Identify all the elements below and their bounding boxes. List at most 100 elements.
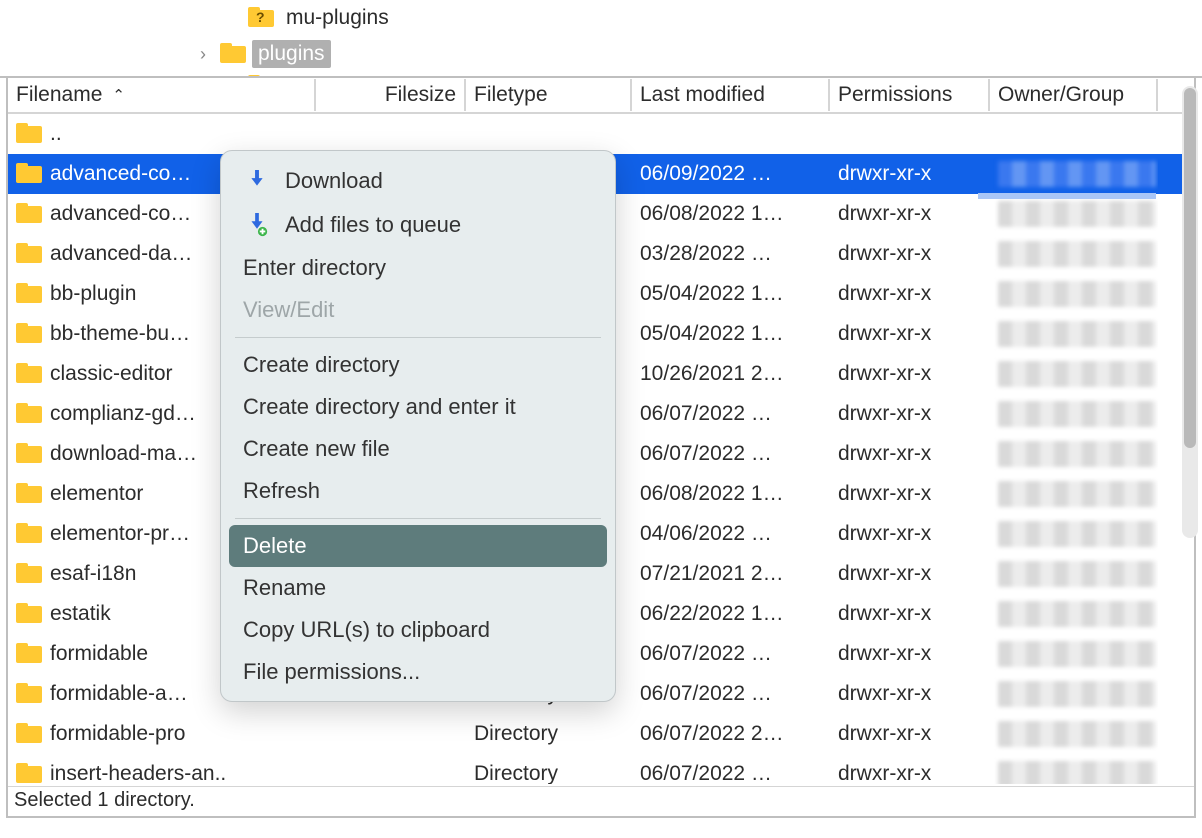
menu-item-enter-directory[interactable]: Enter directory	[221, 247, 615, 289]
file-permissions: drwxr-xr-x	[830, 278, 990, 310]
folder-icon	[16, 643, 42, 665]
file-permissions: drwxr-xr-x	[830, 558, 990, 590]
menu-item-view-edit: View/Edit	[221, 289, 615, 331]
file-date: 03/28/2022 …	[632, 238, 830, 270]
owner-group-redacted	[998, 721, 1156, 747]
menu-separator	[235, 337, 601, 338]
menu-item-label: Create new file	[243, 436, 390, 462]
status-text: Selected 1 directory.	[14, 789, 195, 811]
file-name: esaf-i18n	[50, 562, 136, 586]
folder-icon	[16, 483, 42, 505]
tree-item-label: plugins	[252, 40, 331, 68]
menu-item-create-new-file[interactable]: Create new file	[221, 428, 615, 470]
tree-item[interactable]: ? smush-webp	[220, 68, 1202, 78]
menu-item-delete[interactable]: Delete	[229, 525, 607, 567]
file-permissions: drwxr-xr-x	[830, 198, 990, 230]
file-date: 06/07/2022 …	[632, 678, 830, 710]
file-permissions: drwxr-xr-x	[830, 638, 990, 670]
vertical-scrollbar[interactable]	[1182, 86, 1198, 538]
file-name: bb-plugin	[50, 282, 136, 306]
file-date: 06/08/2022 1…	[632, 198, 830, 230]
file-date: 06/07/2022 2…	[632, 718, 830, 750]
tree-item[interactable]: ? mu-plugins	[220, 0, 1202, 36]
menu-item-label: Enter directory	[243, 255, 386, 281]
add-to-queue-icon	[243, 211, 271, 239]
column-header-ownergroup[interactable]: Owner/Group	[990, 79, 1158, 111]
column-header-filename[interactable]: Filename ⌃	[8, 79, 316, 111]
folder-icon	[16, 563, 42, 585]
folder-icon	[16, 123, 42, 145]
menu-item-label: Refresh	[243, 478, 320, 504]
owner-group-redacted	[998, 281, 1156, 307]
menu-separator	[235, 518, 601, 519]
folder-icon	[16, 283, 42, 305]
table-row[interactable]: insert-headers-an..Directory06/07/2022 ……	[8, 754, 1194, 784]
folder-icon	[16, 603, 42, 625]
file-name: estatik	[50, 602, 111, 626]
menu-item-rename[interactable]: Rename	[221, 567, 615, 609]
file-permissions: drwxr-xr-x	[830, 758, 990, 784]
file-permissions: drwxr-xr-x	[830, 598, 990, 630]
file-permissions: drwxr-xr-x	[830, 678, 990, 710]
sort-indicator-icon: ⌃	[112, 86, 125, 104]
file-date: 06/07/2022 …	[632, 438, 830, 470]
column-header-permissions[interactable]: Permissions	[830, 79, 990, 111]
owner-group-redacted	[998, 681, 1156, 707]
scrollbar-thumb[interactable]	[1184, 88, 1196, 448]
menu-item-label: Download	[285, 168, 383, 194]
file-permissions: drwxr-xr-x	[830, 318, 990, 350]
file-permissions: drwxr-xr-x	[830, 358, 990, 390]
menu-item-label: Copy URL(s) to clipboard	[243, 617, 490, 643]
file-permissions: drwxr-xr-x	[830, 518, 990, 550]
owner-group-redacted	[998, 441, 1156, 467]
file-type: Directory	[466, 758, 632, 784]
menu-item-create-directory[interactable]: Create directory	[221, 344, 615, 386]
menu-item-label: Create directory and enter it	[243, 394, 516, 420]
folder-icon	[16, 723, 42, 745]
file-name: formidable-a…	[50, 682, 188, 706]
menu-item-file-permissions[interactable]: File permissions...	[221, 651, 615, 693]
folder-icon	[220, 43, 246, 65]
file-name: bb-theme-bu…	[50, 322, 190, 346]
file-type: Directory	[466, 718, 632, 750]
menu-item-label: Delete	[243, 533, 307, 559]
menu-item-refresh[interactable]: Refresh	[221, 470, 615, 512]
menu-item-add-to-queue[interactable]: Add files to queue	[221, 203, 615, 247]
column-header-lastmodified[interactable]: Last modified	[632, 79, 830, 111]
owner-group-redacted	[998, 401, 1156, 427]
menu-item-copy-url[interactable]: Copy URL(s) to clipboard	[221, 609, 615, 651]
menu-item-create-directory-enter[interactable]: Create directory and enter it	[221, 386, 615, 428]
column-header-filesize[interactable]: Filesize	[316, 79, 466, 111]
tree-item-label: mu-plugins	[280, 4, 395, 32]
parent-directory-row[interactable]: ..	[8, 114, 1194, 154]
file-name: advanced-da…	[50, 242, 192, 266]
menu-item-label: Add files to queue	[285, 212, 461, 238]
column-header-filetype[interactable]: Filetype	[466, 79, 632, 111]
file-date: 10/26/2021 2…	[632, 358, 830, 390]
file-permissions: drwxr-xr-x	[830, 438, 990, 470]
folder-icon	[16, 203, 42, 225]
folder-icon	[16, 163, 42, 185]
file-date: 06/08/2022 1…	[632, 478, 830, 510]
tree-item[interactable]: › plugins	[192, 36, 1202, 72]
menu-item-label: File permissions...	[243, 659, 420, 685]
table-row[interactable]: formidable-proDirectory06/07/2022 2…drwx…	[8, 714, 1194, 754]
folder-icon	[16, 403, 42, 425]
tree-expander[interactable]: ›	[192, 44, 214, 65]
file-date: 07/21/2021 2…	[632, 558, 830, 590]
directory-tree[interactable]: ? mu-plugins › plugins ? smush-webp	[0, 0, 1202, 78]
status-bar: Selected 1 directory.	[8, 786, 1194, 816]
menu-item-download[interactable]: Download	[221, 159, 615, 203]
owner-group-redacted	[998, 241, 1156, 267]
file-name: advanced-co…	[50, 162, 191, 186]
file-name: formidable-pro	[50, 722, 185, 746]
file-name: complianz-gd…	[50, 402, 196, 426]
folder-icon	[16, 443, 42, 465]
file-date: 06/07/2022 …	[632, 398, 830, 430]
owner-group-redacted	[998, 161, 1156, 187]
column-header-label: Filename	[16, 83, 102, 107]
file-permissions: drwxr-xr-x	[830, 398, 990, 430]
file-date: 05/04/2022 1…	[632, 278, 830, 310]
file-date: 06/07/2022 …	[632, 638, 830, 670]
folder-icon	[16, 523, 42, 545]
